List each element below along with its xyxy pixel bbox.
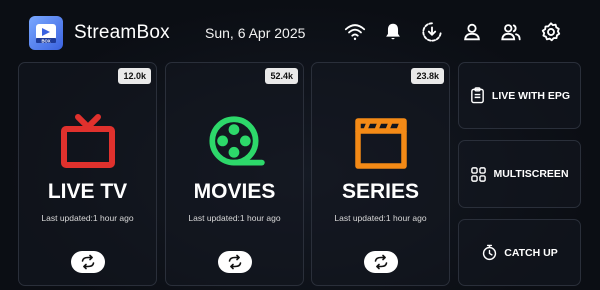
download-icon[interactable]: [420, 20, 444, 44]
last-updated-text: Last updated:1 hour ago: [334, 213, 427, 223]
film-reel-icon: [166, 113, 303, 173]
epg-icon: [471, 87, 484, 104]
side-button-label: CATCH UP: [504, 246, 558, 259]
count-badge: 52.4k: [265, 68, 298, 84]
refresh-button[interactable]: [70, 251, 105, 273]
card-live-tv[interactable]: 12.0k LIVE TV Last updated:1 hour ago: [18, 62, 157, 286]
card-title: SERIES: [341, 180, 420, 203]
refresh-button[interactable]: [217, 251, 252, 273]
multiscreen-button[interactable]: MULTISCREEN: [458, 140, 581, 208]
date-display: Sun, 6 Apr 2025: [205, 25, 306, 41]
logo-text: BOX: [41, 38, 50, 43]
catch-up-button[interactable]: CATCH UP: [458, 219, 581, 286]
card-series[interactable]: 23.8k SERIES Last updated:1 hour ago: [311, 62, 450, 286]
tv-icon: [19, 113, 156, 173]
refresh-icon: [228, 254, 241, 270]
count-badge: 23.8k: [411, 68, 444, 84]
bell-icon[interactable]: [381, 20, 405, 44]
refresh-icon: [81, 254, 94, 270]
side-button-label: MULTISCREEN: [493, 168, 569, 180]
card-title: LIVE TV: [47, 180, 128, 203]
count-badge: 12.0k: [118, 68, 151, 84]
users-icon[interactable]: [499, 20, 523, 44]
catch-up-icon: [483, 244, 497, 261]
card-movies[interactable]: 52.4k MOVIES Last updated:1 hour ago: [165, 62, 304, 286]
wifi-icon[interactable]: [343, 20, 367, 44]
clapperboard-icon: [312, 113, 449, 173]
app-logo: BOX: [29, 16, 63, 50]
multiscreen-icon: [471, 166, 487, 182]
refresh-icon: [374, 254, 387, 270]
card-title: MOVIES: [193, 180, 276, 203]
settings-icon[interactable]: [539, 20, 563, 44]
app-title: StreamBox: [74, 22, 170, 43]
top-bar: BOX StreamBox Sun, 6 Apr 2025: [0, 0, 600, 62]
side-button-label: LIVE WITH EPG: [491, 89, 571, 102]
logo-icon: BOX: [36, 24, 56, 43]
last-updated-text: Last updated:1 hour ago: [41, 213, 134, 223]
refresh-button[interactable]: [363, 251, 398, 273]
live-with-epg-button[interactable]: LIVE WITH EPG: [458, 62, 581, 129]
user-icon[interactable]: [460, 20, 484, 44]
last-updated-text: Last updated:1 hour ago: [188, 213, 281, 223]
